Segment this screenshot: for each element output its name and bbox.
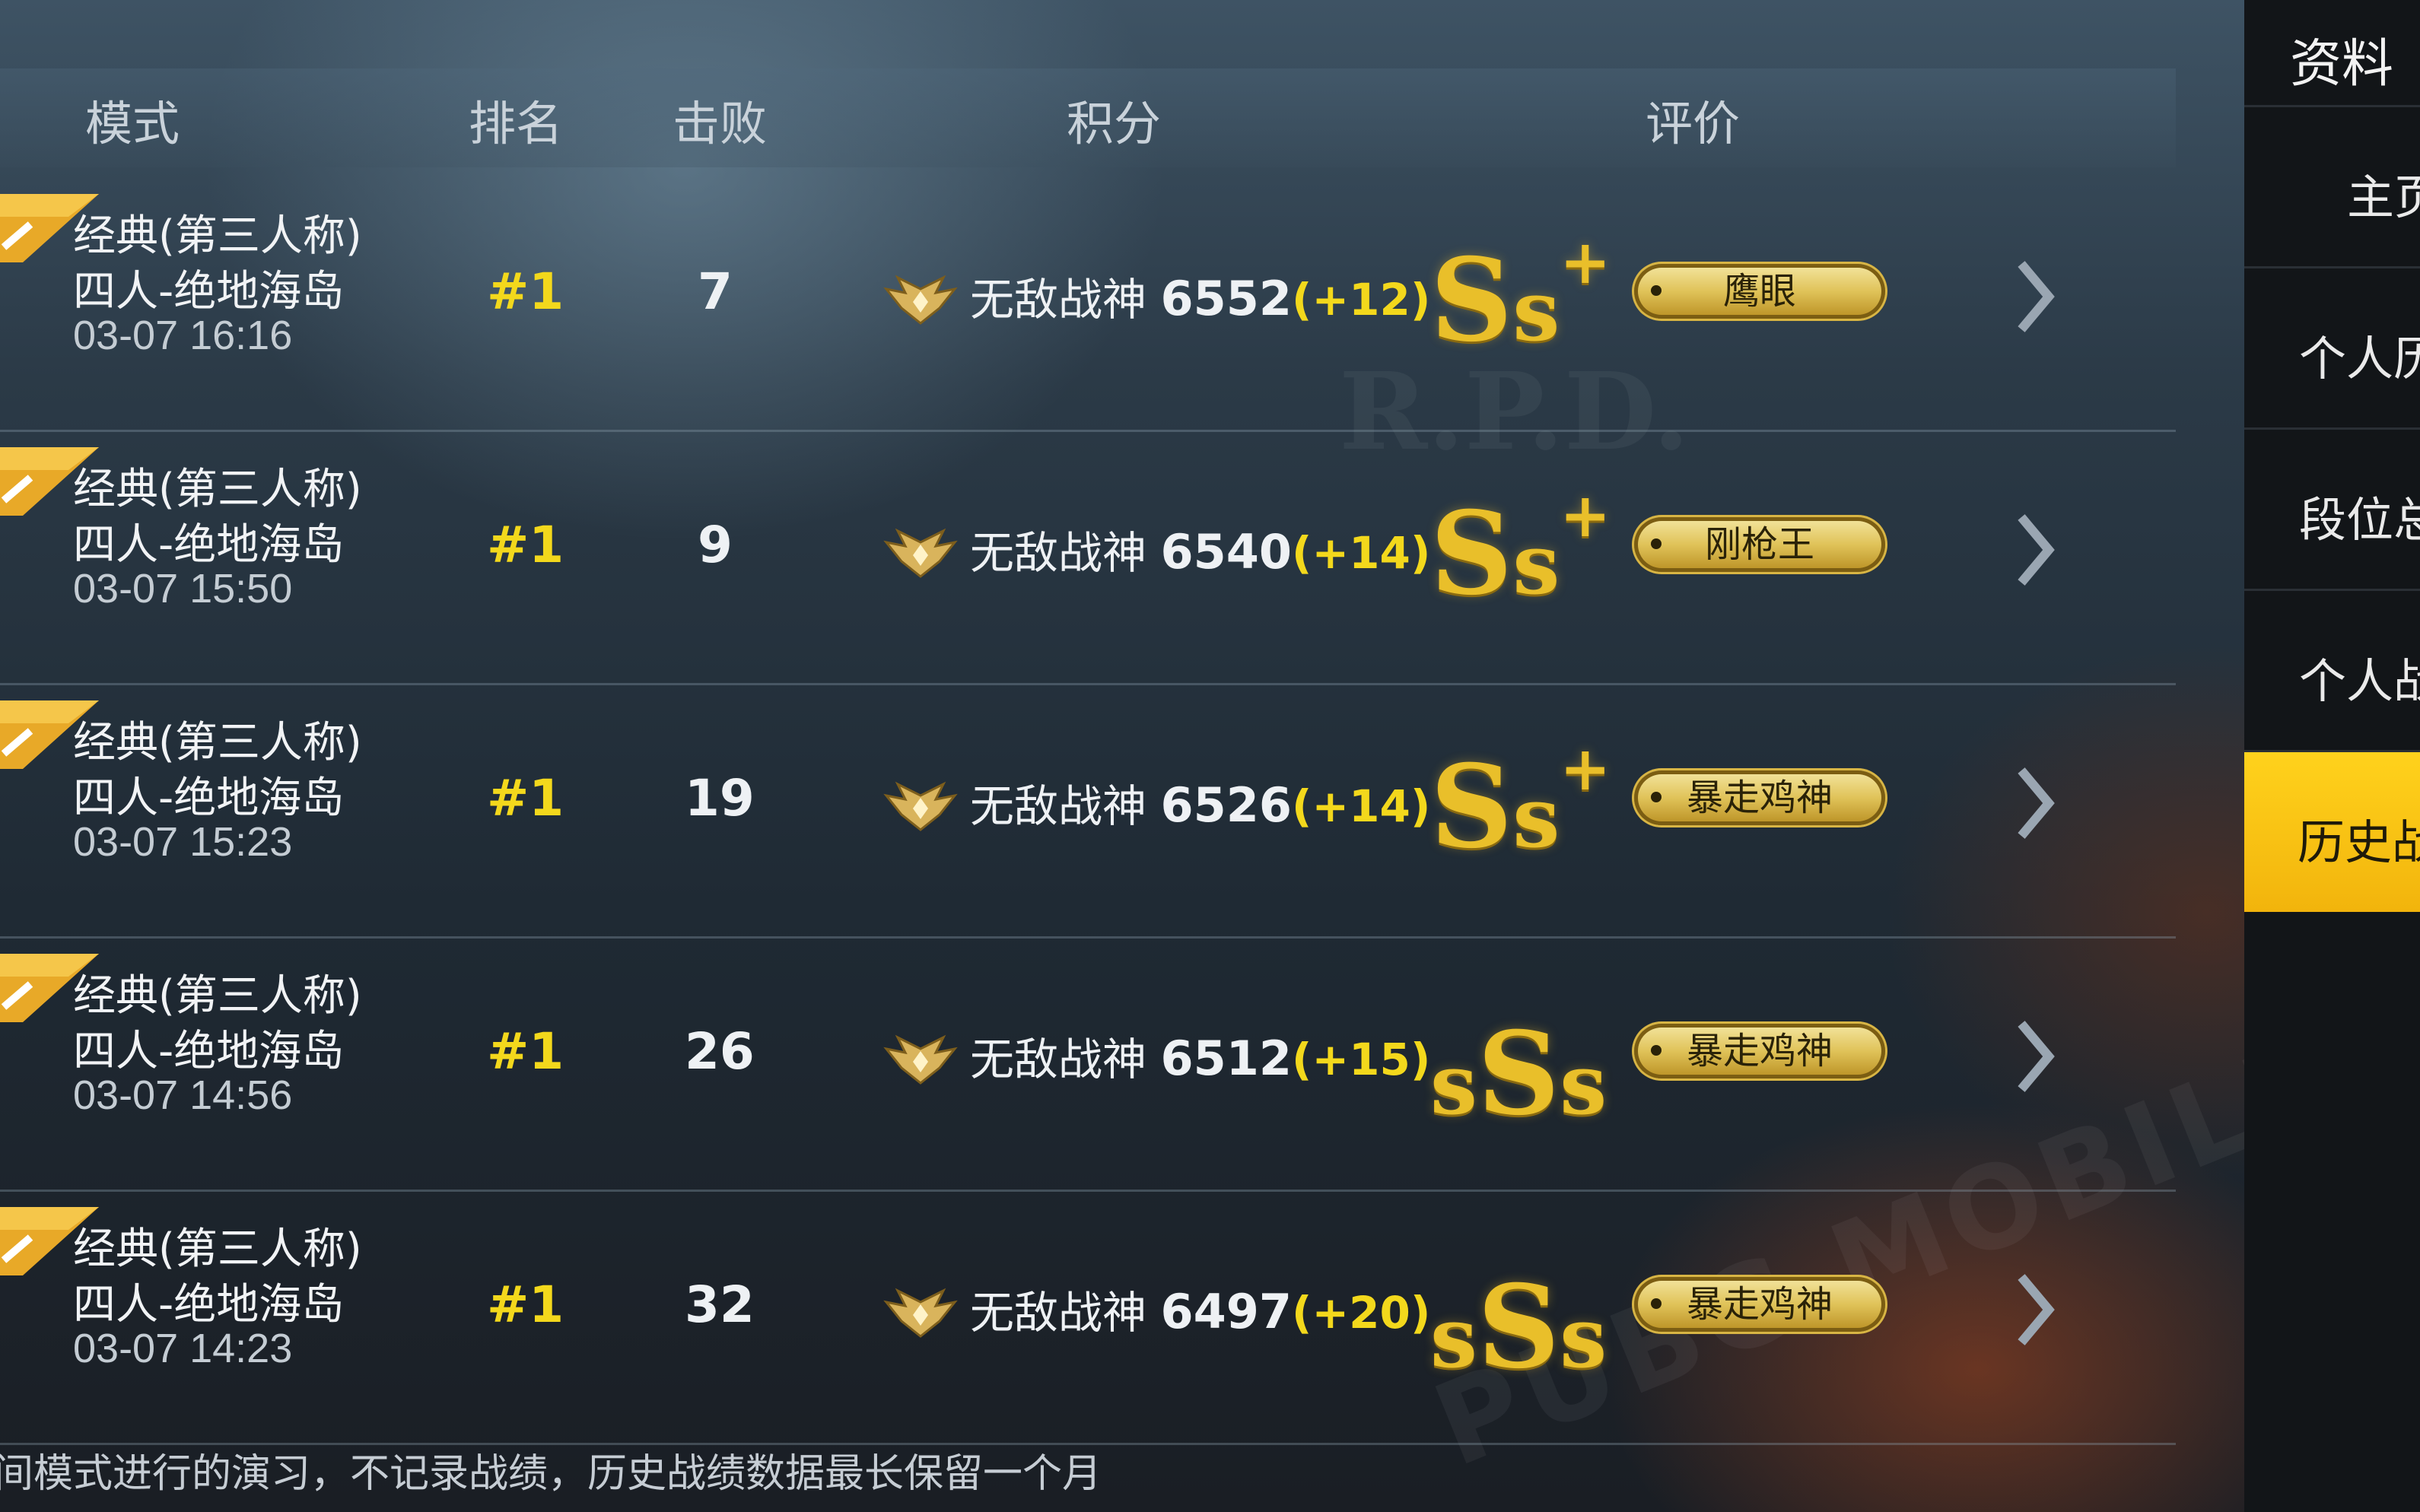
tier-emblem-icon (883, 1034, 958, 1085)
score-delta: (+15) (1292, 1034, 1431, 1085)
score-delta: (+14) (1292, 527, 1431, 579)
kills-value: 7 (698, 262, 733, 321)
tier-score: 无敌战神 6540(+14) (970, 517, 1430, 581)
table-row[interactable]: 经典(第三人称) 四人-绝地海岛 03-07 15:23 #1 19 无敌战神 … (0, 685, 2176, 939)
match-time: 03-07 16:16 (73, 313, 293, 358)
title-badge: 鹰眼 (1634, 264, 1885, 319)
kills-value: 26 (685, 1022, 755, 1081)
grade-ss-plus: Ss+ (1430, 732, 1611, 874)
sidebar-item-label: 段位总 (2299, 492, 2420, 548)
tier-name: 无敌战神 (970, 274, 1147, 326)
grade-sss: sSs (1430, 1260, 1608, 1394)
match-time: 03-07 14:56 (73, 1072, 293, 1118)
mode-name: 经典(第三人称) (73, 971, 362, 1021)
rank-value: #1 (487, 1022, 564, 1081)
sidebar: 资料 主页 个人历 段位总 个人战 历史战 (2244, 0, 2420, 1512)
table-row[interactable]: 经典(第三人称) 四人-绝地海岛 03-07 16:16 #1 7 无敌战神 6… (0, 179, 2176, 432)
kills-value: 9 (698, 516, 733, 574)
mode-name: 经典(第三人称) (73, 211, 362, 261)
title-badge-label: 暴走鸡神 (1686, 1283, 1833, 1326)
rank-value: #1 (487, 769, 564, 827)
title-badge: 暴走鸡神 (1634, 1024, 1885, 1078)
match-time: 03-07 15:50 (73, 566, 293, 611)
sidebar-item-home[interactable]: 主页 (2244, 105, 2420, 267)
match-time: 03-07 15:23 (73, 819, 293, 865)
grade-sss: sSs (1430, 1007, 1608, 1141)
map-name: 四人-绝地海岛 (73, 267, 345, 316)
sidebar-item-label: 个人历 (2299, 331, 2420, 386)
header-mode: 模式 (85, 96, 180, 151)
rank-value: #1 (487, 262, 564, 321)
tier-name: 无敌战神 (970, 527, 1147, 579)
mode-name: 经典(第三人称) (73, 465, 362, 514)
map-name: 四人-绝地海岛 (73, 1027, 345, 1076)
tier-score: 无敌战神 6526(+14) (970, 770, 1430, 834)
title-badge: 刚枪王 (1634, 517, 1885, 572)
sidebar-item-rank-summary[interactable]: 段位总 (2244, 427, 2420, 589)
score-value: 6540 (1160, 524, 1293, 580)
score-delta: (+20) (1292, 1287, 1431, 1339)
title-badge: 暴走鸡神 (1634, 770, 1885, 825)
sidebar-title: 资料 (2290, 34, 2394, 94)
mode-name: 经典(第三人称) (73, 718, 362, 767)
score-value: 6512 (1160, 1031, 1293, 1086)
tier-emblem-icon (883, 528, 958, 578)
map-name: 四人-绝地海岛 (73, 520, 345, 570)
score-value: 6552 (1160, 271, 1293, 326)
score-value: 6526 (1160, 777, 1293, 833)
footer-note: 房间模式进行的演习，不记录战绩，历史战绩数据最长保留一个月 (0, 1451, 1102, 1497)
tier-emblem-icon (883, 781, 958, 831)
title-badge-label: 暴走鸡神 (1686, 1030, 1833, 1072)
map-name: 四人-绝地海岛 (73, 1280, 345, 1329)
tier-name: 无敌战神 (970, 780, 1147, 832)
sidebar-item-match-history[interactable]: 历史战 (2244, 750, 2420, 912)
title-badge-label: 暴走鸡神 (1686, 777, 1833, 819)
tier-score: 无敌战神 6512(+15) (970, 1024, 1430, 1088)
chevron-right-icon[interactable] (2012, 255, 2058, 338)
score-value: 6497 (1160, 1284, 1293, 1339)
match-time: 03-07 14:23 (73, 1326, 293, 1371)
score-delta: (+12) (1292, 274, 1431, 326)
tier-name: 无敌战神 (970, 1034, 1147, 1085)
grade-ss-plus: Ss+ (1430, 226, 1611, 367)
chevron-right-icon[interactable] (2012, 761, 2058, 845)
table-row[interactable]: 经典(第三人称) 四人-绝地海岛 03-07 14:23 #1 32 无敌战神 … (0, 1192, 2176, 1445)
sidebar-item-personal-stats[interactable]: 个人战 (2244, 589, 2420, 751)
sidebar-item-label: 主页 (2347, 170, 2420, 225)
sidebar-item-label: 个人战 (2299, 653, 2420, 709)
table-row[interactable]: 经典(第三人称) 四人-绝地海岛 03-07 15:50 #1 9 无敌战神 6… (0, 432, 2176, 685)
header-rating: 评价 (1646, 96, 1741, 151)
grade-ss-plus: Ss+ (1430, 479, 1611, 621)
title-badge: 暴走鸡神 (1634, 1277, 1885, 1332)
title-badge-label: 刚枪王 (1704, 523, 1814, 566)
header-kills: 击败 (673, 96, 768, 151)
header-score: 积分 (1067, 96, 1162, 151)
tier-emblem-icon (883, 275, 958, 325)
chevron-right-icon[interactable] (2012, 1015, 2058, 1098)
kills-value: 19 (685, 769, 755, 827)
tier-emblem-icon (883, 1288, 958, 1338)
score-delta: (+14) (1292, 780, 1431, 832)
sidebar-item-label: 历史战 (2298, 815, 2420, 870)
tier-score: 无敌战神 6552(+12) (970, 264, 1430, 328)
title-badge-label: 鹰眼 (1722, 270, 1796, 313)
rank-value: #1 (487, 516, 564, 574)
kills-value: 32 (685, 1275, 755, 1334)
rank-value: #1 (487, 1275, 564, 1334)
header-rank: 排名 (469, 96, 564, 151)
tier-name: 无敌战神 (970, 1287, 1147, 1339)
mode-name: 经典(第三人称) (73, 1225, 362, 1274)
chevron-right-icon[interactable] (2012, 508, 2058, 592)
tier-score: 无敌战神 6497(+20) (970, 1277, 1430, 1341)
table-row[interactable]: 经典(第三人称) 四人-绝地海岛 03-07 14:56 #1 26 无敌战神 … (0, 939, 2176, 1192)
map-name: 四人-绝地海岛 (73, 773, 345, 823)
chevron-right-icon[interactable] (2012, 1268, 2058, 1352)
sidebar-item-personal-history[interactable]: 个人历 (2244, 266, 2420, 428)
